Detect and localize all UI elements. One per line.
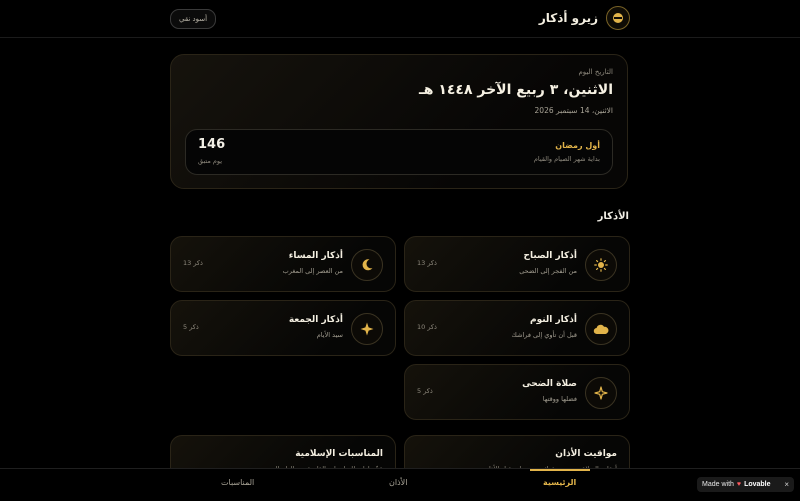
tile-title: أذكار الصباح xyxy=(523,251,577,261)
card-title: المناسبات الإسلامية xyxy=(295,449,383,459)
app-title: زيرو أذكار xyxy=(538,11,598,25)
tile-count: 13 ذكر xyxy=(417,259,437,267)
tile-count: 10 ذكر xyxy=(417,323,437,331)
tile-subtitle: سيد الأيام xyxy=(316,331,343,339)
azkar-section-title: الأذكار xyxy=(597,211,629,222)
ramadan-countdown[interactable]: أول رمضان بداية شهر الصيام والقيام 146 ي… xyxy=(185,129,613,175)
sun-icon xyxy=(585,249,617,281)
today-label: التاريخ اليوم xyxy=(578,68,613,76)
brand[interactable]: زيرو أذكار xyxy=(539,6,630,30)
tile-subtitle: قبل أن تأوي إلى فراشك xyxy=(511,331,577,339)
countdown-subtitle: بداية شهر الصيام والقيام xyxy=(533,155,600,163)
close-icon[interactable]: × xyxy=(784,480,789,489)
today-card: التاريخ اليوم الاثنين، ٣ ربيع الآخر ١٤٤٨… xyxy=(170,54,628,189)
tile-title: أذكار الجمعة xyxy=(288,315,343,325)
sparkle-icon xyxy=(585,377,617,409)
made-with-badge[interactable]: Made with ♥ Lovable × xyxy=(697,477,794,492)
star-icon xyxy=(351,313,383,345)
app-logo-icon xyxy=(606,6,630,30)
tile-morning-azkar[interactable]: أذكار الصباح من الفجر إلى الضحى 13 ذكر xyxy=(404,236,630,292)
cloud-icon xyxy=(585,313,617,345)
tile-subtitle: فضلها ووقتها xyxy=(542,395,577,403)
moon-icon xyxy=(351,249,383,281)
nav-adhan[interactable]: الأذان xyxy=(389,478,407,487)
tile-title: صلاة الضحى xyxy=(522,379,577,389)
countdown-title: أول رمضان xyxy=(555,141,600,150)
countdown-days: 146 xyxy=(198,137,226,152)
bottom-nav: الرئيسية الأذان المناسبات xyxy=(0,468,800,501)
tile-title: أذكار النوم xyxy=(529,315,577,325)
tile-evening-azkar[interactable]: أذكار المساء من العصر إلى المغرب 13 ذكر xyxy=(170,236,396,292)
top-bar: زيرو أذكار أسود نقي xyxy=(0,0,800,38)
tile-subtitle: من العصر إلى المغرب xyxy=(282,267,343,275)
heart-icon: ♥ xyxy=(736,481,742,488)
tile-friday-azkar[interactable]: أذكار الجمعة سيد الأيام 5 ذكر xyxy=(170,300,396,356)
theme-toggle-button[interactable]: أسود نقي xyxy=(170,9,217,29)
nav-occasions[interactable]: المناسبات xyxy=(221,478,254,487)
tile-subtitle: من الفجر إلى الضحى xyxy=(519,267,577,275)
tile-count: 13 ذكر xyxy=(183,259,203,267)
badge-brand: Lovable xyxy=(744,481,771,488)
tile-title: أذكار المساء xyxy=(288,251,343,261)
tile-sleep-azkar[interactable]: أذكار النوم قبل أن تأوي إلى فراشك 10 ذكر xyxy=(404,300,630,356)
active-tab-indicator xyxy=(530,469,590,471)
tile-count: 5 ذكر xyxy=(417,387,433,395)
nav-home[interactable]: الرئيسية xyxy=(543,478,576,487)
card-title: مواقيت الأذان xyxy=(555,449,617,459)
tile-count: 5 ذكر xyxy=(183,323,199,331)
badge-prefix: Made with xyxy=(702,481,734,488)
tile-duha-prayer[interactable]: صلاة الضحى فضلها ووقتها 5 ذكر xyxy=(404,364,630,420)
gregorian-date: الاثنين، 14 سبتمبر 2026 xyxy=(534,106,613,115)
countdown-unit: يوم متبق xyxy=(198,157,223,165)
hijri-date: الاثنين، ٣ ربيع الآخر ١٤٤٨ هـ xyxy=(418,82,613,98)
